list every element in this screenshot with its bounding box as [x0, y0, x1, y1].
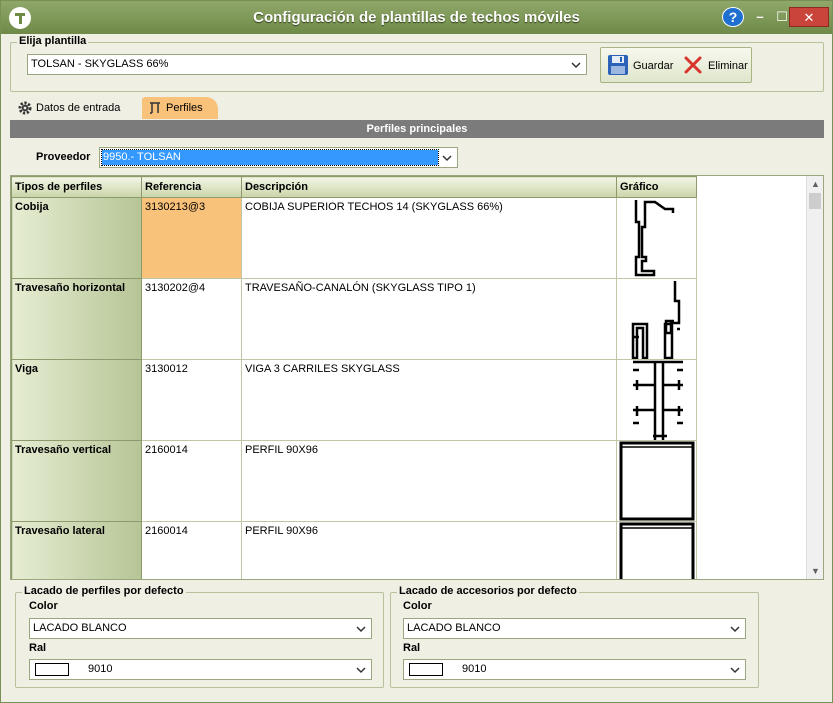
profile-color-select[interactable]: LACADO BLANCO	[29, 618, 372, 639]
chevron-down-icon	[355, 660, 367, 679]
accessory-ral-select[interactable]: 9010	[403, 659, 746, 680]
row-description-cell[interactable]: PERFIL 90X96	[241, 521, 617, 579]
row-type-cell[interactable]: Travesaño lateral	[11, 521, 142, 579]
table-row[interactable]: Travesaño horizontal 3130202@4 TRAVESAÑO…	[11, 278, 697, 360]
minimize-button[interactable]: –	[748, 7, 772, 27]
cobija-profile-drawing[interactable]	[616, 197, 697, 279]
chevron-down-icon	[355, 619, 367, 638]
provider-label: Proveedor	[36, 151, 91, 163]
title-bar: Configuración de plantillas de techos mó…	[1, 1, 832, 34]
accessory-lacquer-title: Lacado de accesorios por defecto	[397, 585, 579, 597]
accessory-ral-value: 9010	[462, 663, 487, 675]
row-type-cell[interactable]: Viga	[11, 359, 142, 441]
row-description-cell[interactable]: VIGA 3 CARRILES SKYGLASS	[241, 359, 617, 441]
row-reference-cell[interactable]: 3130213@3	[141, 197, 242, 279]
profiles-table: Tipos de perfiles Referencia Descripción…	[11, 176, 697, 579]
chevron-down-icon	[729, 619, 741, 638]
row-reference-cell[interactable]: 3130202@4	[141, 278, 242, 360]
row-description-cell[interactable]: TRAVESAÑO-CANALÓN (SKYGLASS TIPO 1)	[241, 278, 617, 360]
profiles-grid[interactable]: Tipos de perfiles Referencia Descripción…	[10, 175, 824, 580]
chevron-down-icon	[441, 148, 453, 167]
template-select-value: TOLSAN - SKYGLASS 66%	[31, 58, 169, 70]
column-header-reference[interactable]: Referencia	[141, 176, 242, 198]
row-type-cell[interactable]: Travesaño horizontal	[11, 278, 142, 360]
provider-select[interactable]: 9950.- TOLSAN	[99, 147, 458, 168]
gear-icon	[18, 101, 32, 115]
floppy-disk-icon	[608, 55, 628, 75]
table-row[interactable]: Viga 3130012 VIGA 3 CARRILES SKYGLASS	[11, 359, 697, 441]
section-header: Perfiles principales	[10, 120, 824, 138]
profile-lacquer-group: Lacado de perfiles por defecto Color LAC…	[15, 585, 384, 688]
window-title: Configuración de plantillas de techos mó…	[253, 9, 580, 26]
row-type-cell[interactable]: Cobija	[11, 197, 142, 279]
scroll-up-icon[interactable]: ▲	[807, 176, 823, 192]
tab-datos-de-entrada-label: Datos de entrada	[36, 102, 121, 114]
tab-datos-de-entrada[interactable]: Datos de entrada	[15, 97, 133, 119]
row-description-cell[interactable]: PERFIL 90X96	[241, 440, 617, 522]
square-profile-drawing[interactable]	[616, 521, 697, 579]
chevron-down-icon	[570, 55, 582, 74]
beam-profile-drawing[interactable]	[616, 359, 697, 441]
profile-ral-value: 9010	[88, 663, 113, 675]
table-row[interactable]: Travesaño lateral 2160014 PERFIL 90X96	[11, 521, 697, 579]
template-group: Elija plantilla TOLSAN - SKYGLASS 66% Gu…	[10, 35, 824, 92]
provider-select-value: 9950.- TOLSAN	[101, 149, 439, 166]
square-profile-drawing[interactable]	[616, 440, 697, 522]
row-description-cell[interactable]: COBIJA SUPERIOR TECHOS 14 (SKYGLASS 66%)	[241, 197, 617, 279]
ral-color-swatch	[409, 663, 443, 676]
accessory-lacquer-group: Lacado de accesorios por defecto Color L…	[390, 585, 759, 688]
column-header-graphic[interactable]: Gráfico	[616, 176, 697, 198]
save-button[interactable]: Guardar	[601, 48, 677, 82]
chevron-down-icon	[729, 660, 741, 679]
help-button[interactable]: ?	[722, 7, 744, 27]
scroll-down-icon[interactable]: ▼	[807, 563, 823, 579]
profile-icon	[150, 102, 160, 114]
template-group-title: Elija plantilla	[17, 35, 89, 47]
profile-lacquer-title: Lacado de perfiles por defecto	[22, 585, 186, 597]
column-header-description[interactable]: Descripción	[241, 176, 617, 198]
tab-perfiles[interactable]: Perfiles	[142, 97, 218, 119]
column-header-type[interactable]: Tipos de perfiles	[11, 176, 142, 198]
vertical-scrollbar[interactable]: ▲ ▼	[806, 176, 823, 579]
profile-color-value: LACADO BLANCO	[33, 622, 127, 634]
row-reference-cell[interactable]: 3130012	[141, 359, 242, 441]
scroll-thumb[interactable]	[809, 193, 821, 209]
delete-button-label: Eliminar	[708, 60, 748, 72]
row-type-cell[interactable]: Travesaño vertical	[11, 440, 142, 522]
save-button-label: Guardar	[633, 60, 674, 72]
row-reference-cell[interactable]: 2160014	[141, 521, 242, 579]
profile-color-label: Color	[29, 600, 58, 612]
toolbar-button-group: Guardar Eliminar	[600, 47, 752, 83]
template-select[interactable]: TOLSAN - SKYGLASS 66%	[27, 54, 587, 75]
delete-button[interactable]: Eliminar	[677, 48, 753, 82]
close-button[interactable]: ✕	[789, 7, 829, 27]
table-header-row: Tipos de perfiles Referencia Descripción…	[11, 176, 697, 198]
profile-ral-select[interactable]: 9010	[29, 659, 372, 680]
profile-ral-label: Ral	[29, 642, 47, 654]
ral-color-swatch	[35, 663, 69, 676]
accessory-ral-label: Ral	[403, 642, 421, 654]
accessory-color-select[interactable]: LACADO BLANCO	[403, 618, 746, 639]
table-row[interactable]: Cobija 3130213@3 COBIJA SUPERIOR TECHOS …	[11, 197, 697, 279]
accessory-color-value: LACADO BLANCO	[407, 622, 501, 634]
table-row[interactable]: Travesaño vertical 2160014 PERFIL 90X96	[11, 440, 697, 522]
red-x-icon	[684, 56, 702, 74]
config-window: Configuración de plantillas de techos mó…	[0, 0, 833, 703]
gutter-profile-drawing[interactable]	[616, 278, 697, 360]
row-reference-cell[interactable]: 2160014	[141, 440, 242, 522]
tab-perfiles-label: Perfiles	[166, 102, 203, 114]
accessory-color-label: Color	[403, 600, 432, 612]
